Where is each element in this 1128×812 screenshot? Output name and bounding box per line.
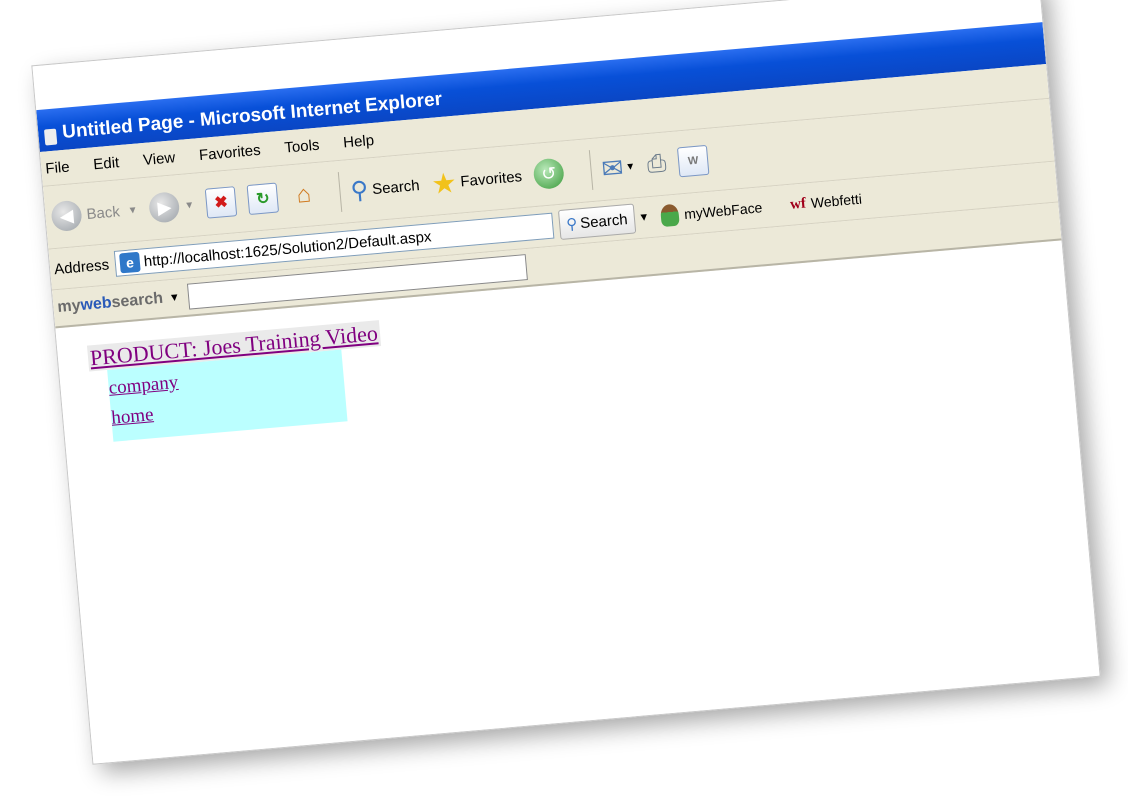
mail-button[interactable]: ✉ ▼: [600, 151, 636, 185]
forward-button[interactable]: ▶ ▼: [148, 190, 195, 224]
refresh-button[interactable]: ↻: [246, 182, 280, 216]
history-button[interactable]: ↺: [532, 157, 570, 190]
mywebface-button[interactable]: myWebFace: [660, 196, 763, 228]
stop-icon: ✖: [204, 186, 238, 219]
back-dropdown-icon[interactable]: ▼: [127, 204, 138, 216]
mywebface-avatar-icon: [660, 203, 681, 228]
print-button[interactable]: ⎙: [646, 150, 668, 180]
home-button[interactable]: ⌂: [289, 180, 319, 210]
webfetti-button[interactable]: wf Webfetti: [773, 190, 862, 215]
star-icon: ★: [430, 166, 458, 200]
webfetti-icon: wf: [789, 194, 807, 213]
home-icon: ⌂: [295, 180, 313, 209]
mywebsearch-dropdown-icon[interactable]: ▼: [168, 291, 180, 304]
menu-help[interactable]: Help: [343, 131, 375, 151]
mail-icon: ✉: [600, 151, 625, 184]
word-doc-icon: W: [676, 144, 710, 178]
forward-arrow-icon: ▶: [148, 191, 181, 224]
favorites-toolbar-button[interactable]: ★ Favorites: [430, 160, 523, 201]
refresh-icon: ↻: [246, 182, 280, 216]
mywebface-label: myWebFace: [683, 199, 763, 223]
stop-button[interactable]: ✖: [204, 186, 238, 219]
webfetti-label: Webfetti: [810, 190, 863, 211]
history-icon: ↺: [532, 157, 566, 190]
menu-view[interactable]: View: [142, 149, 176, 169]
screenshot-photo: Untitled Page - Microsoft Internet Explo…: [31, 0, 1101, 765]
page-ie-icon: e: [119, 251, 141, 274]
menu-file[interactable]: File: [45, 158, 71, 177]
search-toolbar-label: Search: [371, 176, 421, 198]
printer-icon: ⎙: [645, 149, 668, 179]
logo-my: my: [56, 297, 82, 317]
ie-app-icon: [43, 128, 58, 146]
menu-edit[interactable]: Edit: [93, 154, 120, 173]
logo-search: search: [110, 289, 164, 312]
address-search-button[interactable]: ⚲ Search: [557, 203, 636, 240]
menu-tools[interactable]: Tools: [284, 136, 320, 156]
forward-dropdown-icon[interactable]: ▼: [184, 199, 195, 211]
mail-dropdown-icon[interactable]: ▼: [625, 161, 636, 173]
toolbar-separator: [337, 172, 343, 212]
favorites-toolbar-label: Favorites: [459, 167, 523, 190]
menu-favorites[interactable]: Favorites: [198, 141, 261, 163]
search-dropdown-icon[interactable]: ▼: [638, 211, 650, 224]
back-button[interactable]: ◀ Back ▼: [50, 195, 139, 233]
search-toolbar-button[interactable]: ⚲ Search: [349, 171, 420, 206]
logo-web: web: [79, 294, 113, 315]
edit-button[interactable]: W: [676, 144, 710, 178]
back-arrow-icon: ◀: [50, 199, 83, 233]
browser-window: Untitled Page - Microsoft Internet Explo…: [32, 0, 1100, 764]
search-icon: ⚲: [565, 215, 578, 234]
magnifier-icon: ⚲: [349, 176, 370, 205]
back-label: Back: [85, 202, 121, 223]
toolbar-separator-2: [588, 150, 594, 191]
address-label: Address: [53, 255, 110, 278]
mywebsearch-logo[interactable]: mywebsearch: [57, 290, 164, 317]
address-search-label: Search: [579, 210, 629, 232]
